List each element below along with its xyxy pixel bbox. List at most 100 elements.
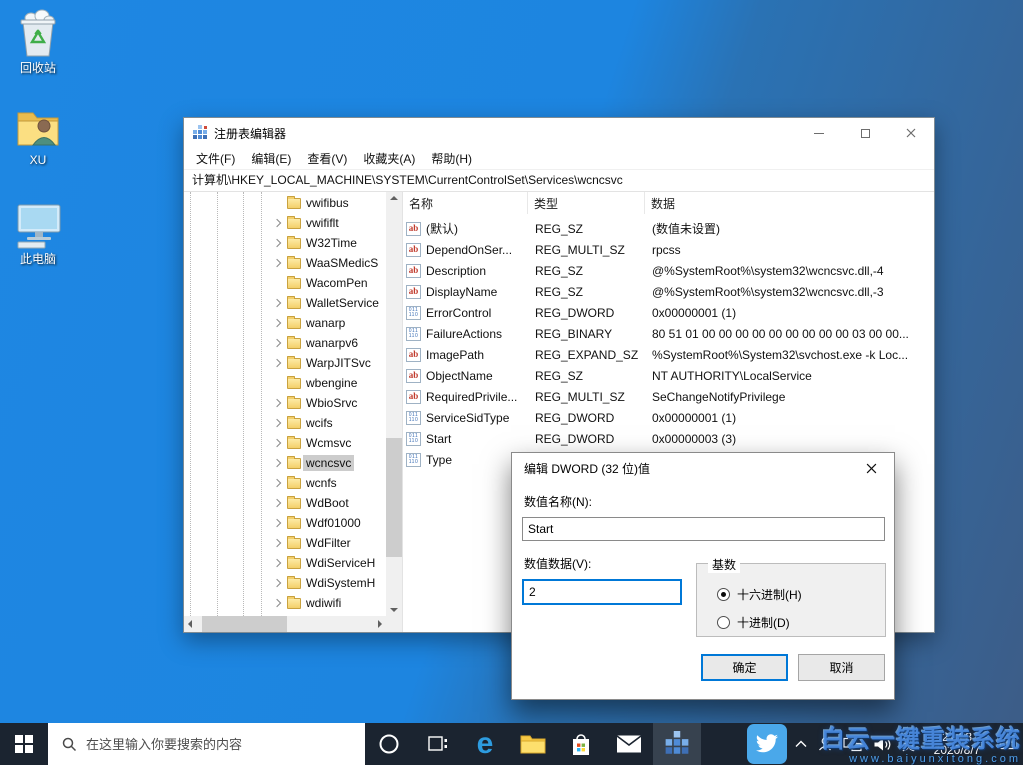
tray-volume-button[interactable] <box>873 737 891 752</box>
tray-clock[interactable]: 21:23 2020/8/7 <box>926 731 988 757</box>
start-button[interactable] <box>0 723 48 765</box>
tree-item-W32Time[interactable]: W32Time <box>184 233 386 253</box>
expander-chevron-icon[interactable] <box>270 456 284 470</box>
expander-chevron-icon[interactable] <box>270 536 284 550</box>
dialog-close-button[interactable] <box>848 453 894 483</box>
column-header[interactable]: 名称 <box>403 192 528 214</box>
expander-chevron-icon[interactable] <box>270 596 284 610</box>
decimal-radio[interactable]: 十进制(D) <box>717 614 790 631</box>
minimize-button[interactable] <box>796 118 842 148</box>
expander-chevron-icon[interactable] <box>270 216 284 230</box>
expander-chevron-icon[interactable] <box>270 556 284 570</box>
value-name-input[interactable] <box>522 517 885 541</box>
menu-item[interactable]: 帮助(H) <box>423 150 480 167</box>
tree-item-WdBoot[interactable]: WdBoot <box>184 493 386 513</box>
column-header[interactable]: 数据 <box>645 192 934 214</box>
tree-item-Wcmsvc[interactable]: Wcmsvc <box>184 433 386 453</box>
string-value-icon <box>406 348 421 362</box>
menu-item[interactable]: 收藏夹(A) <box>355 150 423 167</box>
tree-item-wanarpv6[interactable]: wanarpv6 <box>184 333 386 353</box>
tree-item-WaaSMedicS[interactable]: WaaSMedicS <box>184 253 386 273</box>
maximize-button[interactable] <box>842 118 888 148</box>
tree-item-wcncsvc[interactable]: wcncsvc <box>184 453 386 473</box>
registry-value-row[interactable]: RequiredPrivile...REG_MULTI_SZSeChangeNo… <box>403 386 934 407</box>
registry-value-row[interactable]: StartREG_DWORD0x00000003 (3) <box>403 428 934 449</box>
menu-item[interactable]: 编辑(E) <box>243 150 299 167</box>
tree-item-wanarp[interactable]: wanarp <box>184 313 386 333</box>
registry-value-row[interactable]: ErrorControlREG_DWORD0x00000001 (1) <box>403 302 934 323</box>
registry-value-row[interactable]: FailureActionsREG_BINARY80 51 01 00 00 0… <box>403 323 934 344</box>
expander-chevron-icon[interactable] <box>270 476 284 490</box>
expander-chevron-icon[interactable] <box>270 256 284 270</box>
registry-value-row[interactable]: DisplayNameREG_SZ@%SystemRoot%\system32\… <box>403 281 934 302</box>
value-data: @%SystemRoot%\system32\wcncsvc.dll,-3 <box>645 285 934 299</box>
value-data-input[interactable] <box>522 579 682 605</box>
tree-item-WacomPen[interactable]: WacomPen <box>184 273 386 293</box>
tray-expand-button[interactable] <box>795 740 807 748</box>
expander-chevron-icon[interactable] <box>270 296 284 310</box>
expander-chevron-icon[interactable] <box>270 336 284 350</box>
tree-item-WalletService[interactable]: WalletService <box>184 293 386 313</box>
expander-chevron-icon[interactable] <box>270 356 284 370</box>
taskbar-search-box[interactable] <box>48 723 365 765</box>
address-bar[interactable]: 计算机\HKEY_LOCAL_MACHINE\SYSTEM\CurrentCon… <box>184 170 934 192</box>
tree-item-WarpJITSvc[interactable]: WarpJITSvc <box>184 353 386 373</box>
tree-item-vwififlt[interactable]: vwififlt <box>184 213 386 233</box>
edge-button[interactable] <box>461 723 509 765</box>
chevron-right-icon <box>273 419 281 427</box>
desktop-icon-recycle-bin[interactable]: 回收站 <box>0 8 76 75</box>
action-center-button[interactable] <box>999 736 1017 752</box>
cancel-button[interactable]: 取消 <box>798 654 885 681</box>
menu-item[interactable]: 文件(F) <box>188 150 243 167</box>
tray-display-button[interactable] <box>843 737 862 752</box>
tree-horizontal-scrollbar[interactable] <box>184 616 386 632</box>
desktop-icon-label: 此电脑 <box>0 252 76 266</box>
ime-indicator[interactable]: 英 <box>902 735 915 754</box>
expander-chevron-icon[interactable] <box>270 576 284 590</box>
scrollbar-thumb[interactable] <box>202 616 287 632</box>
ok-button[interactable]: 确定 <box>701 654 788 681</box>
column-header[interactable]: 类型 <box>528 192 645 214</box>
tree-item-wcnfs[interactable]: wcnfs <box>184 473 386 493</box>
twitter-button[interactable] <box>747 724 787 764</box>
mail-button[interactable] <box>605 723 653 765</box>
desktop-icon-user-folder[interactable]: XU <box>0 104 76 167</box>
close-button[interactable] <box>888 118 934 148</box>
title-bar[interactable]: 注册表编辑器 <box>184 118 934 148</box>
registry-value-row[interactable]: DependOnSer...REG_MULTI_SZrpcss <box>403 239 934 260</box>
menu-item[interactable]: 查看(V) <box>299 150 355 167</box>
tree-item-wcifs[interactable]: wcifs <box>184 413 386 433</box>
registry-value-row[interactable]: DescriptionREG_SZ@%SystemRoot%\system32\… <box>403 260 934 281</box>
expander-chevron-icon[interactable] <box>270 236 284 250</box>
regedit-taskbar-button[interactable] <box>653 723 701 765</box>
cortana-button[interactable] <box>365 723 413 765</box>
file-explorer-button[interactable] <box>509 723 557 765</box>
task-view-button[interactable] <box>413 723 461 765</box>
desktop-icon-this-pc[interactable]: 此电脑 <box>0 201 76 266</box>
tree-item-wbengine[interactable]: wbengine <box>184 373 386 393</box>
expander-chevron-icon[interactable] <box>270 396 284 410</box>
expander-chevron-icon[interactable] <box>270 436 284 450</box>
search-input[interactable] <box>86 737 346 752</box>
tray-people-button[interactable] <box>818 737 832 751</box>
registry-value-row[interactable]: ImagePathREG_EXPAND_SZ%SystemRoot%\Syste… <box>403 344 934 365</box>
tree-item-WdiServiceH[interactable]: WdiServiceH <box>184 553 386 573</box>
dialog-title-bar[interactable]: 编辑 DWORD (32 位)值 <box>512 453 894 483</box>
tree-item-WbioSrvc[interactable]: WbioSrvc <box>184 393 386 413</box>
tree-vertical-scrollbar[interactable] <box>386 192 402 616</box>
expander-chevron-icon[interactable] <box>270 516 284 530</box>
expander-chevron-icon[interactable] <box>270 416 284 430</box>
tree-item-WdFilter[interactable]: WdFilter <box>184 533 386 553</box>
tree-item-Wdf01000[interactable]: Wdf01000 <box>184 513 386 533</box>
hexadecimal-radio[interactable]: 十六进制(H) <box>717 586 802 603</box>
expander-chevron-icon[interactable] <box>270 496 284 510</box>
tree-item-wdiwifi[interactable]: wdiwifi <box>184 593 386 613</box>
scrollbar-thumb[interactable] <box>386 438 402 557</box>
registry-value-row[interactable]: (默认)REG_SZ(数值未设置) <box>403 218 934 239</box>
tree-item-vwifibus[interactable]: vwifibus <box>184 193 386 213</box>
registry-value-row[interactable]: ServiceSidTypeREG_DWORD0x00000001 (1) <box>403 407 934 428</box>
registry-value-row[interactable]: ObjectNameREG_SZNT AUTHORITY\LocalServic… <box>403 365 934 386</box>
expander-chevron-icon[interactable] <box>270 316 284 330</box>
tree-item-WdiSystemH[interactable]: WdiSystemH <box>184 573 386 593</box>
microsoft-store-button[interactable] <box>557 723 605 765</box>
